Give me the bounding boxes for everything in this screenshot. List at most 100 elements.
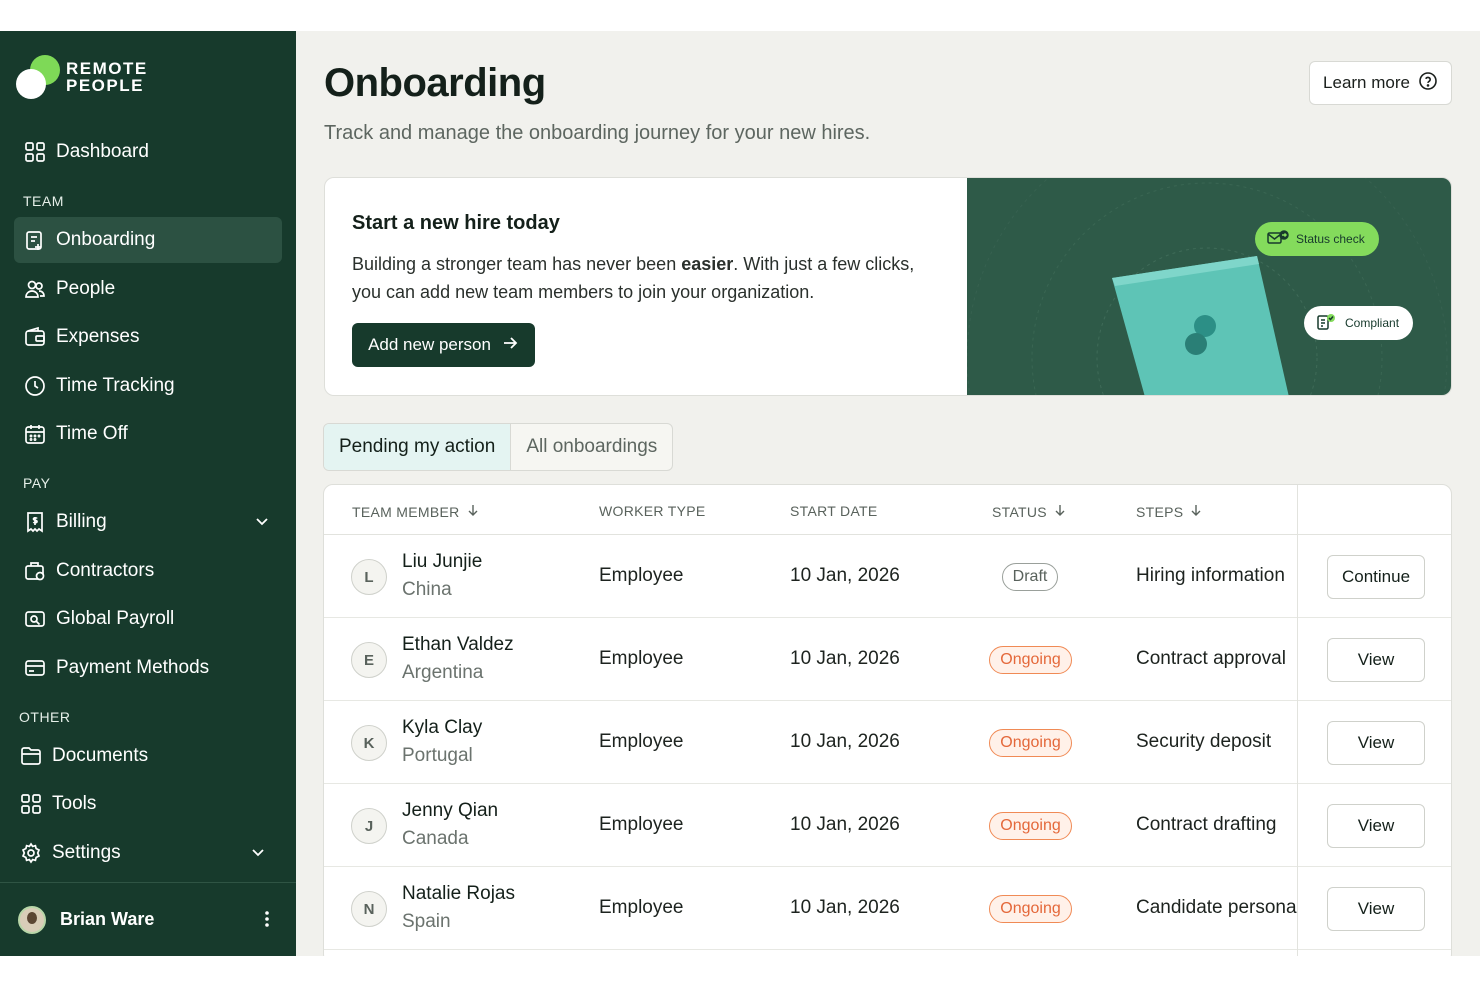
sidebar-item-label: Dashboard [56,141,149,162]
sidebar-item-label: Tools [52,793,97,814]
start-date: 10 Jan, 2026 [790,731,900,752]
start-date: 10 Jan, 2026 [790,565,900,586]
learn-more-button[interactable]: Learn more [1309,61,1452,105]
tab-pending-my-action[interactable]: Pending my action [324,424,512,470]
member-name: Jenny Qian [402,800,499,821]
member-country: Canada [402,828,469,849]
sticky-column-divider [1297,485,1298,956]
learn-more-label: Learn more [1323,73,1410,92]
sidebar-item-onboarding[interactable]: Onboarding [14,217,282,263]
view-button[interactable]: View [1327,887,1425,931]
chevron-down-icon[interactable] [250,844,266,866]
member-name: Kyla Clay [402,717,483,738]
start-date: 10 Jan, 2026 [790,814,900,835]
sidebar-item-expenses[interactable]: Expenses [14,314,282,360]
sidebar-item-label: Billing [56,511,107,532]
table-row[interactable]: E Ethan Valdez Argentina Employee 10 Jan… [324,618,1451,701]
column-header-steps[interactable]: STEPS [1136,503,1203,520]
avatar-initial: L [351,559,387,595]
receipt-icon [24,511,46,533]
column-header-worker-type: WORKER TYPE [599,503,706,519]
current-step: Security deposit [1136,731,1272,752]
sidebar-item-billing[interactable]: Billing [14,499,282,545]
current-step: Contract approval [1136,648,1286,669]
sidebar-item-label: Time Tracking [56,375,175,396]
sidebar-item-people[interactable]: People [14,266,282,312]
worker-type: Employee [599,565,684,586]
column-header-status[interactable]: STATUS [992,503,1067,520]
sidebar-item-settings[interactable]: Settings [10,830,278,876]
current-step: Hiring information [1136,565,1285,586]
table-row[interactable]: L Liu Junjie China Employee 10 Jan, 2026… [324,535,1451,618]
grid-icon [24,141,46,163]
page-title: Onboarding [324,61,546,105]
logo[interactable]: REMOTE PEOPLE [16,55,148,99]
app-frame: REMOTE PEOPLE Dashboard TEAM Onboarding … [0,31,1480,956]
sidebar-item-documents[interactable]: Documents [10,733,278,779]
view-button[interactable]: View [1327,721,1425,765]
status-badge: Draft [1002,563,1058,591]
sidebar-item-contractors[interactable]: Contractors [14,548,282,594]
worker-type: Employee [599,897,684,918]
add-new-person-label: Add new person [368,335,491,354]
wallet-icon [24,326,46,348]
arrow-down-icon [1189,503,1203,520]
people-icon [24,278,46,300]
view-button[interactable]: View [1327,804,1425,848]
tab-all-onboardings[interactable]: All onboardings [511,424,672,470]
clipboard-add-icon [24,229,46,251]
arrow-right-icon [501,334,519,357]
sidebar-item-tools[interactable]: Tools [10,781,278,827]
gear-icon [20,842,42,864]
worker-type: Employee [599,648,684,669]
new-hire-card: Start a new hire today Building a strong… [324,177,1452,396]
section-label-other: OTHER [19,709,71,725]
member-name: Natalie Rojas [402,883,515,904]
sidebar-item-label: Payment Methods [56,657,210,678]
calendar-icon [24,423,46,445]
clock-icon [24,375,46,397]
current-step: Candidate personal details [1136,897,1297,918]
column-header-team-member[interactable]: TEAM MEMBER [352,503,480,520]
logo-text: REMOTE PEOPLE [66,59,148,95]
page-subtitle: Track and manage the onboarding journey … [324,122,871,144]
sidebar-item-label: Global Payroll [56,608,175,629]
card-body: Building a stronger team has never been … [352,254,915,302]
table-row[interactable]: K Kyla Clay Portugal Employee 10 Jan, 20… [324,701,1451,784]
table-row[interactable]: N Natalie Rojas Spain Employee 10 Jan, 2… [324,867,1451,950]
document-check-icon [1316,313,1338,334]
sidebar-item-dashboard[interactable]: Dashboard [14,129,282,175]
sidebar-item-time-tracking[interactable]: Time Tracking [14,363,282,409]
sidebar-item-time-off[interactable]: Time Off [14,411,282,457]
current-step: Contract drafting [1136,814,1277,835]
compliant-pill: Compliant [1304,306,1414,340]
section-label-team: TEAM [23,193,64,209]
sidebar-item-label: Time Off [56,423,128,444]
continue-button[interactable]: Continue [1327,555,1425,599]
table-header: TEAM MEMBER WORKER TYPE START DATE STATU… [324,485,1451,535]
status-badge: Ongoing [989,646,1072,674]
avatar-initial: E [351,642,387,678]
status-check-pill: Status check [1255,222,1379,256]
hero-background-graphic [967,178,1448,395]
section-label-pay: PAY [23,475,51,491]
column-header-start-date: START DATE [790,503,878,519]
more-options-icon[interactable] [264,910,270,933]
help-circle-icon [1418,71,1438,96]
user-profile[interactable]: Brian Ware [0,882,296,956]
table-row[interactable]: J Jenny Qian Canada Employee 10 Jan, 202… [324,784,1451,867]
status-check-label: Status check [1296,232,1365,246]
add-new-person-button[interactable]: Add new person [352,323,535,367]
sidebar-item-label: Onboarding [56,229,156,250]
sidebar-item-global-payroll[interactable]: Global Payroll [14,596,282,642]
view-button[interactable]: View [1327,638,1425,682]
chevron-down-icon[interactable] [254,513,270,535]
status-badge: Ongoing [989,729,1072,757]
onboarding-table: TEAM MEMBER WORKER TYPE START DATE STATU… [323,484,1452,956]
sidebar-item-label: Settings [52,842,121,863]
sidebar-item-label: People [56,278,116,299]
arrow-down-icon [1053,503,1067,520]
status-badge: Ongoing [989,895,1072,923]
sidebar-item-payment-methods[interactable]: Payment Methods [14,645,282,691]
onboarding-tabs: Pending my action All onboardings [323,423,674,471]
